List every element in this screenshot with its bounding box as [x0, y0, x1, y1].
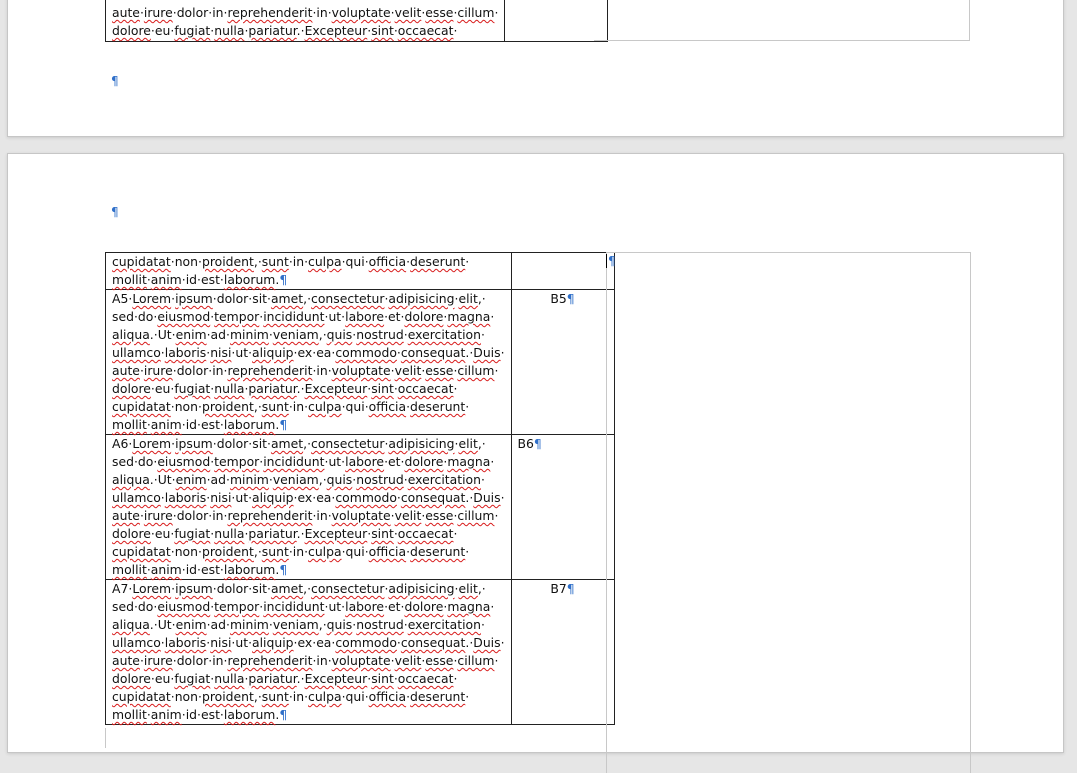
cell-text: A7·Lorem·ipsum·dolor·sit·amet,·consectet…: [112, 581, 505, 722]
cell-text: A6·Lorem·ipsum·dolor·sit·amet,·consectet…: [112, 436, 505, 577]
table-cell-a[interactable]: A5·Lorem·ipsum·dolor·sit·amet,·consectet…: [105, 289, 512, 435]
table-row: A5·Lorem·ipsum·dolor·sit·amet,·consectet…: [105, 289, 615, 435]
table-continuation-border: [105, 728, 970, 748]
table-cell-a[interactable]: aute·irure·dolor·in·reprehenderit·in·vol…: [104, 0, 506, 42]
cell-text: aute·irure·dolor·in·reprehenderit·in·vol…: [112, 5, 499, 38]
cell-text: B5: [550, 291, 567, 306]
cell-text: A5·Lorem·ipsum·dolor·sit·amet,·consectet…: [112, 291, 505, 432]
empty-cell-area[interactable]: [606, 252, 971, 773]
table-fragment-page-1: aute·irure·dolor·in·reprehenderit·in·vol…: [104, 0, 609, 42]
table-cell-b[interactable]: B5¶: [510, 289, 615, 435]
cell-text: B7: [550, 581, 567, 596]
cell-text: B6: [517, 436, 534, 451]
table-cell-b[interactable]: B6¶: [510, 434, 615, 580]
table-cell-b[interactable]: [510, 252, 615, 290]
table-cell-a[interactable]: cupidatat·non·proident,·sunt·in·culpa·qu…: [105, 252, 512, 290]
table: cupidatat·non·proident,·sunt·in·culpa·qu…: [105, 252, 615, 725]
document-page-1[interactable]: aute·irure·dolor·in·reprehenderit·in·vol…: [7, 0, 1064, 137]
empty-cell-area: [594, 0, 970, 41]
table-cell-a[interactable]: A6·Lorem·ipsum·dolor·sit·amet,·consectet…: [105, 434, 512, 580]
paragraph-mark: ¶: [111, 74, 119, 88]
table-cell-a[interactable]: A7·Lorem·ipsum·dolor·sit·amet,·consectet…: [105, 579, 512, 725]
table-row: A7·Lorem·ipsum·dolor·sit·amet,·consectet…: [105, 579, 615, 725]
paragraph-mark: ¶: [111, 205, 119, 219]
table-row: A6·Lorem·ipsum·dolor·sit·amet,·consectet…: [105, 434, 615, 580]
table-cell-b[interactable]: [504, 0, 609, 42]
document-page-2[interactable]: ¶ cupidatat·non·proident,·sunt·in·culpa·…: [7, 153, 1064, 773]
table-row: cupidatat·non·proident,·sunt·in·culpa·qu…: [105, 252, 615, 290]
cell-end-mark: ¶: [608, 254, 616, 268]
table-cell-b[interactable]: B7¶: [510, 579, 615, 725]
table-row: aute·irure·dolor·in·reprehenderit·in·vol…: [104, 0, 609, 42]
text-cursor: [606, 254, 607, 268]
cell-text: cupidatat·non·proident,·sunt·in·culpa·qu…: [112, 254, 470, 287]
